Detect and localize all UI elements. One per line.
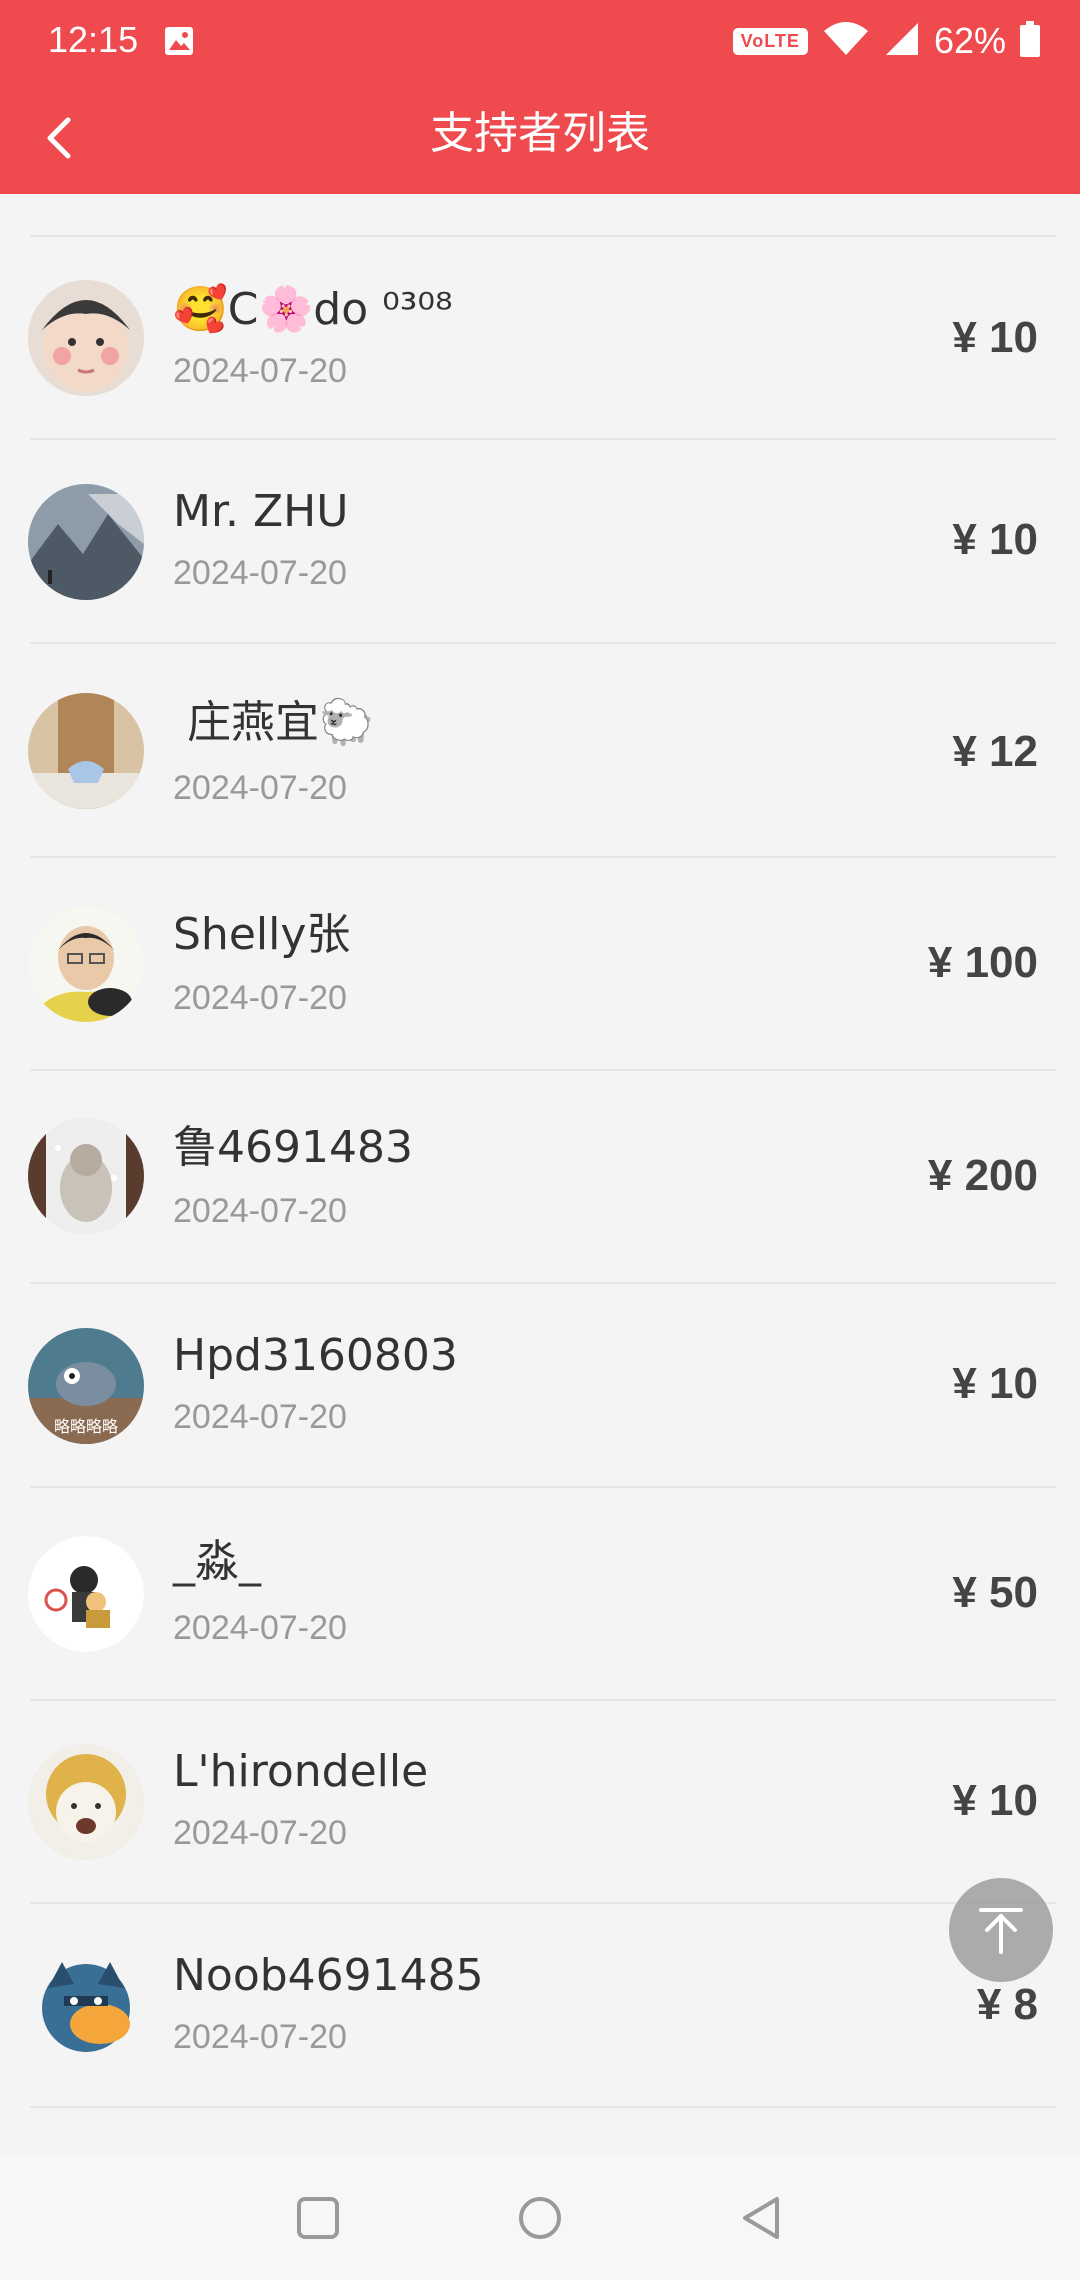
supporter-date: 2024-07-20 <box>173 352 347 390</box>
supporter-name: Hpd3160803 <box>173 1330 458 1381</box>
supporter-date: 2024-07-20 <box>173 1814 347 1852</box>
supporter-date: 2024-07-20 <box>173 769 347 807</box>
list-item[interactable]: Shelly张 2024-07-20 ¥ 100 <box>0 858 1080 1071</box>
supporter-date: 2024-07-20 <box>173 554 347 592</box>
home-button[interactable] <box>512 2190 568 2246</box>
supporter-amount: ¥ 10 <box>952 515 1038 564</box>
status-bar: 12:15 VoLTE 62% <box>0 0 1080 82</box>
divider <box>30 2106 1056 2108</box>
supporter-name: ￼ 庄燕宜🐑 <box>173 697 374 748</box>
avatar <box>28 1744 144 1860</box>
supporter-amount: ¥ 200 <box>927 1151 1038 1200</box>
supporter-date: 2024-07-20 <box>173 1192 347 1230</box>
list-item[interactable]: ￼ 庄燕宜🐑 2024-07-20 ¥ 12 <box>0 644 1080 858</box>
supporter-date: 2024-07-20 <box>173 2018 347 2056</box>
supporter-name: 鲁4691483 <box>173 1122 413 1173</box>
avatar <box>28 693 144 809</box>
list-item[interactable]: 略略略略 Hpd3160803 2024-07-20 ¥ 10 <box>0 1284 1080 1488</box>
image-icon <box>164 26 194 56</box>
supporter-name: Mr. ZHU <box>173 486 349 537</box>
supporter-name: L'hirondelle <box>173 1746 429 1797</box>
supporter-name: Shelly张 <box>173 909 351 960</box>
wifi-icon <box>822 21 870 62</box>
avatar: 略略略略 <box>28 1328 144 1444</box>
volte-badge: VoLTE <box>732 27 808 55</box>
navigation-bar <box>0 2154 1080 2280</box>
supporter-date: 2024-07-20 <box>173 1609 347 1647</box>
page-title: 支持者列表 <box>430 108 650 159</box>
supporter-amount: ¥ 10 <box>952 313 1038 362</box>
signal-icon <box>884 21 920 62</box>
avatar <box>28 906 144 1022</box>
supporter-amount: ¥ 10 <box>952 1776 1038 1825</box>
header: 支持者列表 <box>0 82 1080 194</box>
avatar <box>28 1118 144 1234</box>
scroll-to-top-button[interactable] <box>949 1878 1053 1982</box>
list-item[interactable]: 鲁4691483 2024-07-20 ¥ 200 <box>0 1071 1080 1284</box>
avatar <box>28 1536 144 1652</box>
supporter-amount: ¥ 10 <box>952 1359 1038 1408</box>
list-item[interactable]: _淼_ 2024-07-20 ¥ 50 <box>0 1488 1080 1701</box>
recent-apps-button[interactable] <box>290 2190 346 2246</box>
supporter-date: 2024-07-20 <box>173 1398 347 1436</box>
list-item[interactable]: L'hirondelle 2024-07-20 ¥ 10 <box>0 1701 1080 1904</box>
supporter-name: Noob4691485 <box>173 1950 484 2001</box>
supporter-amount: ¥ 50 <box>952 1568 1038 1617</box>
back-nav-button[interactable] <box>734 2190 790 2246</box>
svg-text:略略略略: 略略略略 <box>54 1417 118 1436</box>
avatar <box>28 484 144 600</box>
supporter-amount: ¥ 100 <box>927 938 1038 987</box>
supporter-name: 🥰C🌸do ⁰³⁰⁸ <box>173 284 453 335</box>
supporter-amount: ¥ 8 <box>976 1980 1038 2029</box>
square-icon <box>297 2197 339 2239</box>
supporter-name: _淼_ <box>173 1536 261 1587</box>
avatar <box>28 280 144 396</box>
triangle-back-icon <box>743 2197 779 2239</box>
list-item[interactable]: Noob4691485 2024-07-20 ¥ 8 <box>0 1904 1080 2108</box>
arrow-up-to-top-icon <box>979 1908 1023 1954</box>
battery-percent: 62% <box>933 20 1006 61</box>
status-icons: VoLTE 62% <box>732 18 1040 64</box>
avatar <box>28 1948 144 2064</box>
supporter-amount: ¥ 12 <box>952 727 1038 776</box>
supporter-date: 2024-07-20 <box>173 979 347 1017</box>
status-time: 12:15 <box>48 19 139 60</box>
circle-icon <box>519 2197 561 2239</box>
battery-icon <box>1020 20 1040 62</box>
list-item[interactable]: Mr. ZHU 2024-07-20 ¥ 10 <box>0 440 1080 644</box>
list-item[interactable]: 🥰C🌸do ⁰³⁰⁸ 2024-07-20 ¥ 10 <box>0 237 1080 440</box>
